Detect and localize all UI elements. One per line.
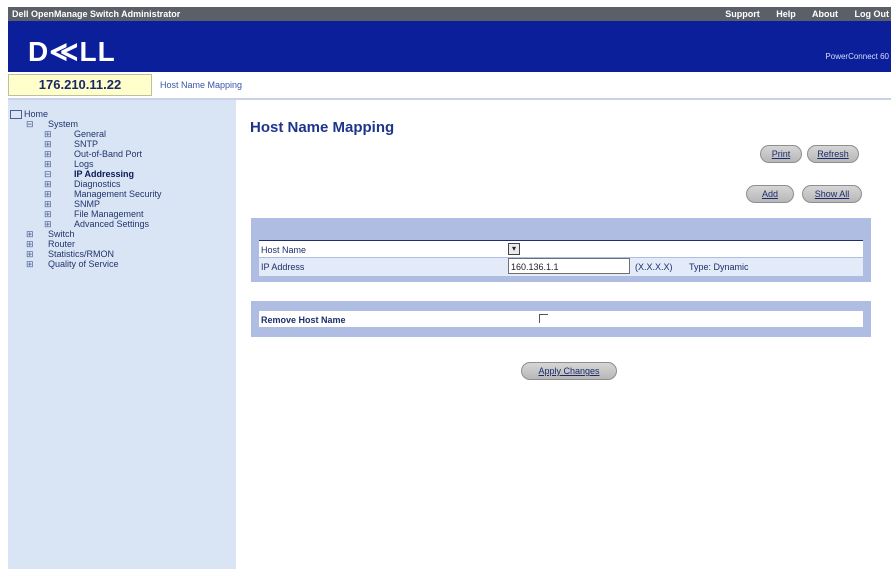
- expand-icon[interactable]: ⊞: [44, 199, 74, 209]
- tree-item-advanced-settings[interactable]: ⊞ Advanced Settings: [10, 219, 162, 229]
- page-title: Host Name Mapping: [250, 119, 395, 136]
- tree-item-label: System: [48, 119, 79, 129]
- ip-address-field[interactable]: 160.136.1.1: [508, 258, 630, 274]
- tree-item-management-security[interactable]: ⊞ Management Security: [10, 189, 162, 199]
- type-info: Type: Dynamic: [689, 262, 749, 272]
- tree-item-label: Switch: [48, 229, 75, 239]
- switch-ip-address: 176.210.11.22: [8, 74, 152, 96]
- tree-item-label: Home: [24, 109, 49, 119]
- top-nav: Support Help About Log Out: [725, 9, 891, 19]
- brand-banner: D≪LL PowerConnect 60: [8, 21, 891, 72]
- support-link[interactable]: Support: [725, 9, 760, 19]
- tree-item-sntp[interactable]: ⊞ SNTP: [10, 139, 162, 149]
- remove-host-row: Remove Host Name: [259, 311, 863, 327]
- tree-item-ip-addressing[interactable]: ⊟ IP Addressing: [10, 169, 162, 179]
- print-button[interactable]: Print: [760, 145, 802, 163]
- expand-icon[interactable]: ⊞: [44, 159, 74, 169]
- navigation-sidebar: Home ⊟ System ⊞ General ⊞ SNTP ⊞ Out-of-Band Por…: [8, 100, 236, 569]
- ip-address-label: IP Address: [261, 262, 305, 272]
- expand-icon[interactable]: ⊞: [26, 259, 48, 269]
- apply-changes-button[interactable]: Apply Changes: [521, 362, 617, 380]
- about-link[interactable]: About: [812, 9, 838, 19]
- show-all-button[interactable]: Show All: [802, 185, 862, 203]
- expand-icon[interactable]: ⊞: [44, 139, 74, 149]
- tree-item-label: File Management: [74, 209, 144, 219]
- tree-item-label: Router: [48, 239, 76, 249]
- collapse-icon[interactable]: ⊟: [44, 169, 74, 179]
- log-out-link[interactable]: Log Out: [855, 9, 890, 19]
- expand-icon[interactable]: ⊞: [26, 239, 48, 249]
- help-link[interactable]: Help: [776, 9, 796, 19]
- refresh-button[interactable]: Refresh: [807, 145, 859, 163]
- tree-item-system[interactable]: ⊟ System: [10, 119, 162, 129]
- app-title: Dell OpenManage Switch Administrator: [12, 9, 181, 19]
- main-content: Host Name Mapping Print Refresh Add Show…: [244, 100, 891, 569]
- expand-icon[interactable]: ⊞: [44, 219, 74, 229]
- product-name: PowerConnect 60: [825, 52, 889, 61]
- tree-item-label: General: [74, 129, 107, 139]
- host-mapping-panel: Host Name ▾ IP Address 160.136.1.1 (X.X.…: [251, 218, 871, 282]
- tree-item-label: SNMP: [74, 199, 101, 209]
- tree-item-quality-of-service[interactable]: ⊞ Quality of Service: [10, 259, 162, 269]
- expand-icon[interactable]: ⊞: [26, 229, 48, 239]
- tree-item-label: Out-of-Band Port: [74, 149, 143, 159]
- tree-item-label: Quality of Service: [48, 259, 119, 269]
- address-bar: 176.210.11.22 Host Name Mapping: [8, 72, 891, 100]
- tree-item-switch[interactable]: ⊞ Switch: [10, 229, 162, 239]
- ip-address-row: IP Address 160.136.1.1 (X.X.X.X) Type: D…: [259, 258, 863, 276]
- tree-item-statistics-rmon[interactable]: ⊞ Statistics/RMON: [10, 249, 162, 259]
- host-name-row: Host Name ▾: [259, 240, 863, 257]
- ip-format-hint: (X.X.X.X): [635, 262, 673, 272]
- home-icon: [10, 110, 22, 120]
- tree-item-label: Advanced Settings: [74, 219, 150, 229]
- tree-item-snmp[interactable]: ⊞ SNMP: [10, 199, 162, 209]
- remove-host-label: Remove Host Name: [261, 315, 346, 325]
- breadcrumb[interactable]: Host Name Mapping: [160, 80, 242, 90]
- expand-icon[interactable]: ⊞: [44, 209, 74, 219]
- tree-item-label: SNTP: [74, 139, 99, 149]
- host-name-dropdown[interactable]: ▾: [508, 243, 520, 255]
- remove-host-panel: Remove Host Name: [251, 301, 871, 337]
- tree-item-home[interactable]: Home: [10, 109, 162, 120]
- tree-item-label: Logs: [74, 159, 94, 169]
- expand-icon[interactable]: ⊞: [44, 179, 74, 189]
- host-name-label: Host Name: [261, 245, 307, 255]
- collapse-icon[interactable]: ⊟: [26, 119, 48, 129]
- expand-icon[interactable]: ⊞: [44, 149, 74, 159]
- tree-item-label: Statistics/RMON: [48, 249, 115, 259]
- expand-icon[interactable]: ⊞: [44, 129, 74, 139]
- dell-logo: D≪LL: [28, 36, 116, 67]
- tree-item-general[interactable]: ⊞ General: [10, 129, 162, 139]
- app-frame: Dell OpenManage Switch Administrator Sup…: [8, 7, 891, 569]
- expand-icon[interactable]: ⊞: [26, 249, 48, 259]
- tree-item-router[interactable]: ⊞ Router: [10, 239, 162, 249]
- tree-item-diagnostics[interactable]: ⊞ Diagnostics: [10, 179, 162, 189]
- nav-tree: Home ⊟ System ⊞ General ⊞ SNTP ⊞ Out-of-Band Por…: [10, 109, 162, 269]
- add-button[interactable]: Add: [746, 185, 794, 203]
- remove-host-checkbox[interactable]: [539, 314, 548, 323]
- tree-item-file-management[interactable]: ⊞ File Management: [10, 209, 162, 219]
- tree-item-label: Management Security: [74, 189, 162, 199]
- tree-item-logs[interactable]: ⊞ Logs: [10, 159, 162, 169]
- tree-item-label: IP Addressing: [74, 169, 135, 179]
- top-menu-bar: Dell OpenManage Switch Administrator Sup…: [8, 7, 891, 21]
- tree-item-label: Diagnostics: [74, 179, 121, 189]
- tree-item-out-of-band-port[interactable]: ⊞ Out-of-Band Port: [10, 149, 162, 159]
- expand-icon[interactable]: ⊞: [44, 189, 74, 199]
